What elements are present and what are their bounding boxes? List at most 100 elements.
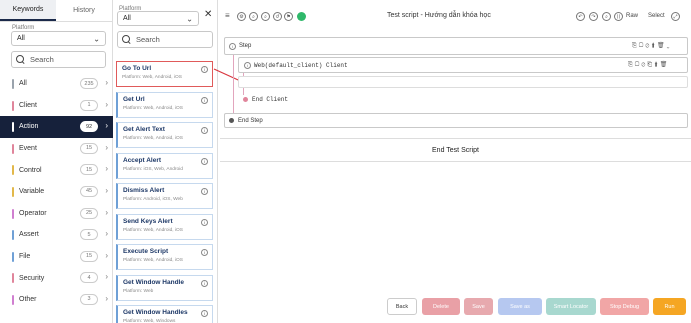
status-dot-icon xyxy=(297,12,306,21)
chevron-right-icon: › xyxy=(105,229,108,239)
keyword-item[interactable]: Get Window Handle Platform: Web i xyxy=(116,274,213,301)
keyword-title: Send Keys Alert xyxy=(123,217,173,225)
stop-debug-button[interactable]: Stop Debug xyxy=(600,298,649,315)
find-icon[interactable]: ⌕ xyxy=(261,12,270,21)
client-block[interactable]: i Web(default_client) Client ⎘▢⊘⎗⬆🗑 xyxy=(238,57,688,73)
keyword-title: Get Alert Text xyxy=(123,126,165,133)
chevron-right-icon: › xyxy=(105,293,108,303)
category-color-bar xyxy=(12,122,14,133)
keyword-platform: Platform: Web, Android, iOS xyxy=(123,227,183,233)
keyword-platform: Platform: Android, iOS, Web xyxy=(123,197,183,202)
info-icon[interactable]: i xyxy=(201,279,208,287)
category-color-bar xyxy=(12,100,14,111)
category-count-badge: 15 xyxy=(80,142,98,154)
keyword-search-input[interactable]: Search xyxy=(11,51,106,68)
info-icon[interactable]: i xyxy=(201,310,208,317)
keyword-item[interactable]: Send Keys Alert Platform: Web, Android, i… xyxy=(116,213,213,240)
keyword-item[interactable]: Get Url Platform: Web, Android, iOS i xyxy=(116,91,213,118)
info-icon[interactable]: i xyxy=(201,127,208,134)
category-item[interactable]: Client 1 › xyxy=(0,95,113,117)
keyword-platform: Platform: Web, Android, iOS xyxy=(122,75,182,80)
category-item[interactable]: Action 92 › xyxy=(0,116,113,138)
info-icon[interactable]: i xyxy=(201,218,208,226)
end-step-dot xyxy=(229,118,234,123)
info-icon[interactable]: i xyxy=(201,96,208,104)
keyword-title: Go To Url xyxy=(122,65,152,72)
category-list: All 235 › Client 1 › Action 92 › Event 15 › Control 1… xyxy=(0,73,113,311)
info-icon: i xyxy=(244,62,251,69)
category-item[interactable]: All 235 › xyxy=(0,73,113,95)
end-step-block: End Step xyxy=(224,113,688,128)
mid-search-input[interactable]: Search xyxy=(117,31,213,48)
chevron-down-icon: ⌄ xyxy=(186,14,193,23)
chevron-down-icon: ⌄ xyxy=(93,34,100,43)
drop-zone[interactable] xyxy=(238,76,688,88)
settings-icon[interactable]: ⚙ xyxy=(237,12,246,21)
undo-icon[interactable]: ↶ xyxy=(576,12,585,21)
back-label: Back xyxy=(395,303,409,310)
category-item[interactable]: Variable 45 › xyxy=(0,181,113,203)
save-button[interactable]: Save xyxy=(464,298,493,315)
category-color-bar xyxy=(12,273,14,284)
tab-history[interactable]: History xyxy=(56,0,112,21)
mid-platform-select[interactable]: All ⌄ xyxy=(117,11,199,26)
category-count-badge: 92 xyxy=(80,121,98,133)
menu-icon[interactable]: ≡ xyxy=(225,11,230,20)
code-icon[interactable]: ⟨⟩ xyxy=(614,12,623,21)
panel-tabs: Keywords History xyxy=(0,0,112,22)
keyword-item[interactable]: Get Alert Text Platform: Web, Android, iO… xyxy=(116,122,213,148)
platform-select[interactable]: All ⌄ xyxy=(11,31,106,46)
info-icon[interactable]: i xyxy=(201,188,208,195)
delete-button[interactable]: Delete xyxy=(422,298,460,315)
category-item[interactable]: Operator 25 › xyxy=(0,203,113,225)
back-button[interactable]: Back xyxy=(387,298,417,315)
category-label: Event xyxy=(19,145,37,153)
category-item[interactable]: Other 3 › xyxy=(0,289,113,311)
keyword-item[interactable]: Go To Url Platform: Web, Android, iOS i xyxy=(116,61,213,87)
category-count-badge: 45 xyxy=(80,185,98,197)
close-icon[interactable]: ✕ xyxy=(204,9,212,20)
smart-locator-button[interactable]: Smart Locator xyxy=(546,298,596,315)
debug-icon[interactable]: ⚑ xyxy=(284,12,293,21)
category-item[interactable]: Security 4 › xyxy=(0,267,113,289)
search-icon[interactable]: ⌕ xyxy=(249,12,258,21)
save-as-button[interactable]: Save as xyxy=(498,298,542,315)
category-label: Variable xyxy=(19,188,45,196)
category-item[interactable]: File 15 › xyxy=(0,246,113,268)
category-color-bar xyxy=(12,294,14,305)
keyword-item[interactable]: Accept Alert Platform: iOS, Web, Android i xyxy=(116,152,213,179)
info-icon[interactable]: i xyxy=(201,66,208,73)
raw-toggle[interactable]: Raw xyxy=(626,13,638,19)
keyword-platform: Platform: Web, Android, iOS xyxy=(123,105,183,111)
history-icon[interactable]: ↺ xyxy=(273,12,282,21)
keyword-platform: Platform: Web, Android, iOS xyxy=(123,136,183,141)
zoom-icon[interactable]: ⌕ xyxy=(602,12,611,21)
run-button[interactable]: Run xyxy=(653,298,686,315)
fullscreen-icon[interactable]: ⤢ xyxy=(671,12,680,21)
chevron-right-icon: › xyxy=(105,99,108,109)
category-item[interactable]: Assert 5 › xyxy=(0,224,113,246)
chevron-right-icon: › xyxy=(105,272,108,282)
chevron-right-icon: › xyxy=(105,78,108,87)
category-label: File xyxy=(19,253,31,261)
step-block[interactable]: i Step ⎘▢⊘⬆🗑⌄ xyxy=(224,37,688,55)
step-action-icons[interactable]: ⎘▢⊘⬆🗑⌄ xyxy=(632,42,671,50)
keyword-panel: Keywords History Platform All ⌄ Search A… xyxy=(0,0,113,323)
keyword-title: Dismiss Alert xyxy=(123,187,165,194)
keyword-item[interactable]: Dismiss Alert Platform: Android, iOS, Web… xyxy=(116,183,213,209)
keyword-item[interactable]: Get Window Handles Platform: Web, Windows… xyxy=(116,305,213,323)
info-icon[interactable]: i xyxy=(201,249,208,256)
client-action-icons[interactable]: ⎘▢⊘⎗⬆🗑 xyxy=(628,61,669,69)
select-toggle[interactable]: Select xyxy=(648,13,665,19)
category-label: All xyxy=(19,80,27,88)
tab-keywords[interactable]: Keywords xyxy=(0,0,56,21)
redo-icon[interactable]: ↷ xyxy=(589,12,598,21)
smart-locator-label: Smart Locator xyxy=(553,303,589,310)
keyword-item[interactable]: Execute Script Platform: Web, Android, iO… xyxy=(116,244,213,270)
end-step-label: End Step xyxy=(238,118,263,124)
category-item[interactable]: Control 15 › xyxy=(0,159,113,181)
chevron-right-icon: › xyxy=(105,250,108,260)
category-count-badge: 15 xyxy=(80,164,98,176)
info-icon[interactable]: i xyxy=(201,157,208,165)
category-item[interactable]: Event 15 › xyxy=(0,138,113,160)
